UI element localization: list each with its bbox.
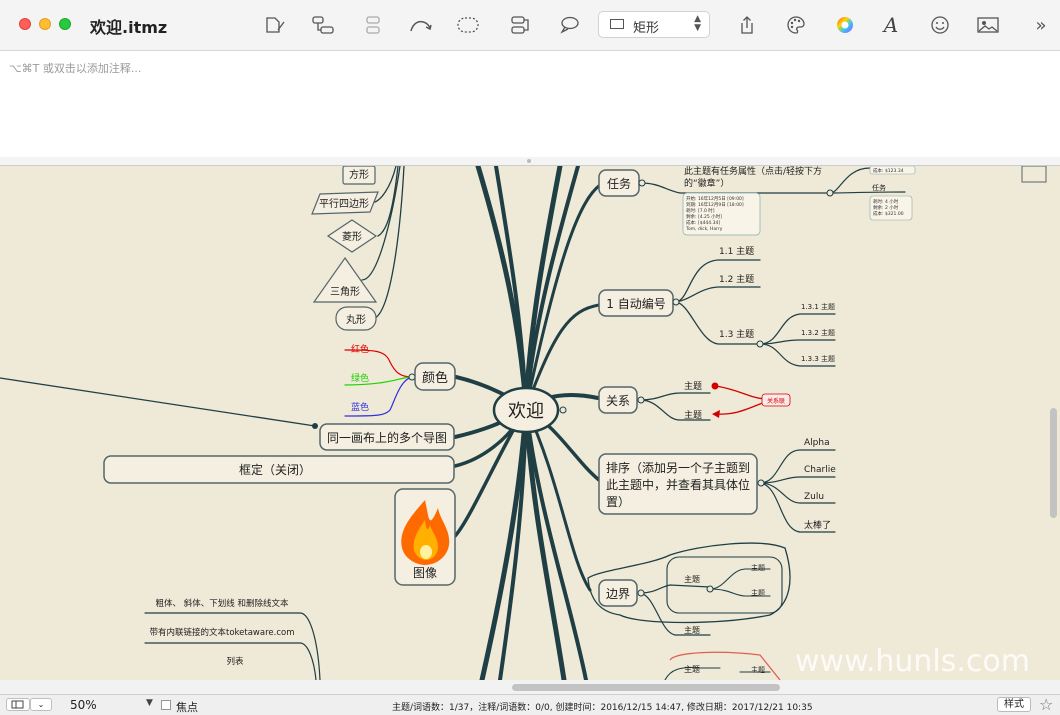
shape-triangle-label: 三角形 <box>330 286 360 298</box>
focus-label: 焦点 <box>176 701 198 714</box>
red-label: 红色 <box>351 343 369 355</box>
topic-link-icon[interactable] <box>310 13 336 37</box>
relation-icon[interactable] <box>408 13 434 37</box>
sort-item-4: 太棒了 <box>804 519 831 531</box>
sort-item-1: Alpha <box>804 438 830 448</box>
auto-item-3: 1.3 主题 <box>719 328 754 340</box>
task-badge-1: 开始: 16年12月5日 [09:00] <box>686 195 744 202</box>
callout-icon[interactable] <box>507 13 533 37</box>
auto-item-1: 1.1 主题 <box>719 245 754 257</box>
shape-parallelogram-label: 平行四边形 <box>319 197 369 210</box>
boundary-icon[interactable] <box>455 13 481 37</box>
style-button[interactable]: 样式 <box>997 697 1031 712</box>
splitter-dot <box>527 159 531 163</box>
right-badge-1: 成本: $123.34 <box>873 167 904 174</box>
star-icon[interactable]: ☆ <box>1039 695 1053 714</box>
right-badge-2a: 耗时: 4 小时 <box>873 198 899 205</box>
vertical-scrollbar[interactable] <box>1050 408 1057 518</box>
rich-text-topic: 粗体、 斜体、下划线 和删除线文本 <box>156 598 289 609</box>
emoji-icon[interactable] <box>927 13 953 37</box>
close-button[interactable] <box>19 18 31 30</box>
auto-item-2: 1.2 主题 <box>719 273 754 285</box>
link-text-topic: 带有内联链接的文本toketaware.com <box>150 627 295 638</box>
sidebar-toggle-button[interactable] <box>6 698 30 711</box>
shape-pill-label: 丸形 <box>346 313 366 326</box>
focus-checkbox[interactable] <box>161 700 171 710</box>
font-icon[interactable]: A <box>878 13 904 37</box>
task-badge-3: 耗时: [7.0 时] <box>686 207 715 214</box>
sorting-line-2: 此主题中，并查看其具体位 <box>606 477 750 492</box>
notes-panel[interactable]: ⌥⌘T 或双击以添加注释... <box>0 51 1060 158</box>
task-sub-topic: 任务 <box>872 183 886 192</box>
chevron-updown-icon: ▲ ▼ <box>694 14 701 33</box>
bottom-topic-1: 主题 <box>684 664 700 674</box>
document-title: 欢迎.itmz <box>90 18 168 37</box>
multi-map-topic: 同一画布上的多个导图 <box>327 430 447 445</box>
task-desc-1: 此主题有任务属性（点击/轻按下方 <box>684 166 822 177</box>
subtopic-icon[interactable] <box>360 13 386 37</box>
zoom-level[interactable]: 50% <box>70 698 97 712</box>
auto-sub-2: 1.3.2 主题 <box>801 328 835 337</box>
relation-label: 关系联 <box>767 397 785 405</box>
relation-subtopic-1: 主题 <box>684 380 702 392</box>
relation-subtopic-2: 主题 <box>684 409 702 421</box>
auto-number-topic: 1 自动编号 <box>606 296 665 311</box>
mindmap-svg: 关系联 方形 平行四边形 菱形 三角形 丸形 颜色 红色 绿色 蓝色 同一画布上… <box>0 166 1047 680</box>
shape-square-label: 方形 <box>349 168 369 181</box>
task-badge-2: 到期: 16年12月9日 [18:00] <box>686 201 744 208</box>
boundary-child-1: 主题 <box>751 563 765 572</box>
sort-item-3: Zulu <box>804 492 824 502</box>
task-badge-6: Tom, dick, Harry <box>685 226 723 232</box>
central-topic: 欢迎 <box>508 401 544 422</box>
splitter-handle[interactable] <box>0 157 1060 166</box>
scrollbar-thumb[interactable] <box>512 684 780 691</box>
shape-diamond-label: 菱形 <box>342 231 362 243</box>
color-topic: 颜色 <box>422 370 448 386</box>
task-topic: 任务 <box>607 176 631 191</box>
boundary-other-topic: 主题 <box>684 625 700 635</box>
mindmap-canvas[interactable]: 关系联 方形 平行四边形 菱形 三角形 丸形 颜色 红色 绿色 蓝色 同一画布上… <box>0 166 1060 680</box>
chevron-down-icon[interactable]: ▼ <box>146 698 153 708</box>
boundary-topic: 边界 <box>606 587 630 601</box>
boundary-group-topic: 主题 <box>684 574 700 584</box>
list-topic: 列表 <box>226 656 244 667</box>
image-icon[interactable] <box>975 13 1001 37</box>
status-bar: ⌄ 50% ▼ 焦点 主题/词语数：1/37，注释/词语数：0/0, 创建时间：… <box>0 694 1060 715</box>
rectangle-shape-icon <box>610 19 624 29</box>
sorting-line-1: 排序（添加另一个子主题到 <box>606 460 750 475</box>
more-icon[interactable]: » <box>1028 13 1054 37</box>
sort-item-2: Charlie <box>804 465 836 475</box>
task-badge-4: 剩余: [4.25 小时] <box>686 213 722 220</box>
shape-select[interactable]: 矩形 ▲ ▼ <box>598 11 710 38</box>
palette-icon[interactable] <box>783 13 809 37</box>
task-badge-5: 成本: [$444.34] <box>686 219 720 226</box>
watermark: www.hunls.com <box>795 644 1031 679</box>
relation-topic: 关系 <box>606 394 630 408</box>
auto-sub-3: 1.3.3 主题 <box>801 354 835 363</box>
window-toolbar: 欢迎.itmz 矩形 ▲ ▼ A » <box>0 0 1060 51</box>
share-icon[interactable] <box>734 13 760 37</box>
task-desc-2: 的“徽章”） <box>684 177 729 189</box>
sorting-line-3: 置） <box>606 495 630 509</box>
zoom-button[interactable] <box>59 18 71 30</box>
right-badge-2c: 成本: $321.00 <box>873 210 904 217</box>
boundary-child-2: 主题 <box>751 588 765 597</box>
auto-sub-1: 1.3.1 主题 <box>801 302 835 311</box>
color-wheel-icon[interactable] <box>832 13 858 37</box>
blue-label: 蓝色 <box>351 401 369 413</box>
horizontal-scrollbar[interactable] <box>0 680 1060 694</box>
bottom-topic-2: 主题 <box>751 665 765 674</box>
green-label: 绿色 <box>351 372 369 384</box>
view-options-button[interactable]: ⌄ <box>30 698 52 711</box>
comment-icon[interactable] <box>556 13 582 37</box>
note-icon[interactable] <box>262 13 288 37</box>
image-topic-label: 图像 <box>413 566 437 580</box>
document-statistics: 主题/词语数：1/37，注释/词语数：0/0, 创建时间：2016/12/15 … <box>392 703 813 713</box>
boundary-closed-topic: 框定（关闭） <box>239 462 311 477</box>
right-badge-2b: 剩余: 2 小时 <box>873 204 899 211</box>
minimize-button[interactable] <box>39 18 51 30</box>
notes-placeholder: ⌥⌘T 或双击以添加注释... <box>9 62 142 75</box>
shape-select-label: 矩形 <box>633 21 660 36</box>
